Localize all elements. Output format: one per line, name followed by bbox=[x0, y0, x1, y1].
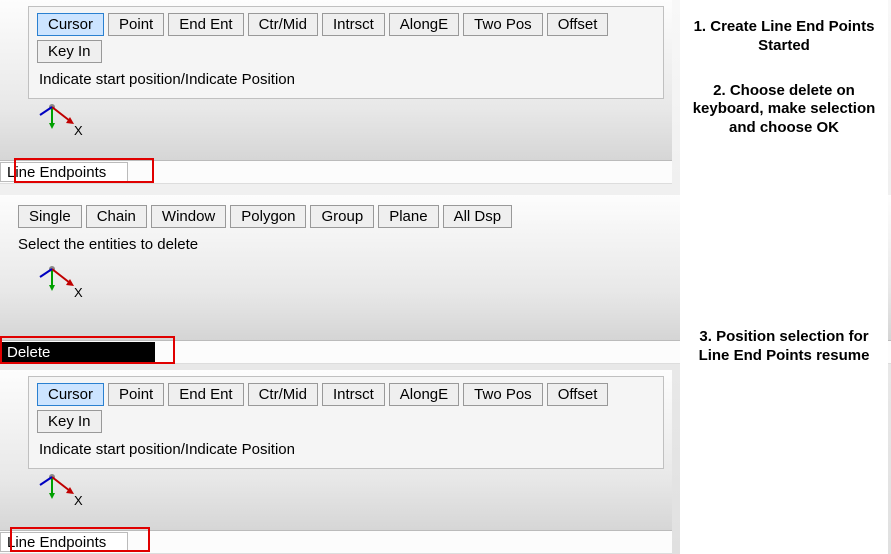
group-button[interactable]: Group bbox=[310, 205, 374, 228]
ctr-mid-button[interactable]: Ctr/Mid bbox=[248, 383, 318, 406]
position-toolbar: Cursor Point End Ent Ctr/Mid Intrsct Alo… bbox=[28, 376, 664, 469]
two-pos-button[interactable]: Two Pos bbox=[463, 13, 543, 36]
axis-triad-icon: X bbox=[36, 99, 86, 141]
prompt-text: Indicate start position/Indicate Positio… bbox=[37, 441, 655, 458]
svg-text:X: X bbox=[74, 285, 83, 300]
annotation-column: 1. Create Line End Points Started 2. Cho… bbox=[680, 0, 888, 554]
intrsct-button[interactable]: Intrsct bbox=[322, 383, 385, 406]
key-in-button[interactable]: Key In bbox=[37, 40, 102, 63]
offset-button[interactable]: Offset bbox=[547, 383, 609, 406]
axis-triad-icon: X bbox=[36, 261, 86, 303]
alonge-button[interactable]: AlongE bbox=[389, 13, 459, 36]
end-ent-button[interactable]: End Ent bbox=[168, 383, 243, 406]
alonge-button[interactable]: AlongE bbox=[389, 383, 459, 406]
axis-triad-icon: X bbox=[36, 469, 86, 511]
status-bar-3: Line Endpoints bbox=[0, 530, 672, 554]
svg-text:X: X bbox=[74, 493, 83, 508]
intrsct-button[interactable]: Intrsct bbox=[322, 13, 385, 36]
single-button[interactable]: Single bbox=[18, 205, 82, 228]
window-button[interactable]: Window bbox=[151, 205, 226, 228]
offset-button[interactable]: Offset bbox=[547, 13, 609, 36]
status-label: Line Endpoints bbox=[0, 162, 128, 182]
annotation-3: 3. Position selection for Line End Point… bbox=[688, 328, 880, 366]
all-dsp-button[interactable]: All Dsp bbox=[443, 205, 513, 228]
point-button[interactable]: Point bbox=[108, 13, 164, 36]
status-label: Line Endpoints bbox=[0, 532, 128, 552]
cursor-button[interactable]: Cursor bbox=[37, 13, 104, 36]
status-label-delete: Delete bbox=[0, 342, 155, 362]
svg-text:X: X bbox=[74, 123, 83, 138]
point-button[interactable]: Point bbox=[108, 383, 164, 406]
panel-1-line-endpoints: Cursor Point End Ent Ctr/Mid Intrsct Alo… bbox=[0, 0, 672, 180]
chain-button[interactable]: Chain bbox=[86, 205, 147, 228]
cursor-button[interactable]: Cursor bbox=[37, 383, 104, 406]
ctr-mid-button[interactable]: Ctr/Mid bbox=[248, 13, 318, 36]
position-toolbar: Cursor Point End Ent Ctr/Mid Intrsct Alo… bbox=[28, 6, 664, 99]
status-bar-1: Line Endpoints bbox=[0, 160, 672, 184]
position-button-row: Cursor Point End Ent Ctr/Mid Intrsct Alo… bbox=[37, 13, 655, 63]
panel-3-line-endpoints: Cursor Point End Ent Ctr/Mid Intrsct Alo… bbox=[0, 370, 672, 550]
polygon-button[interactable]: Polygon bbox=[230, 205, 306, 228]
key-in-button[interactable]: Key In bbox=[37, 410, 102, 433]
prompt-text: Indicate start position/Indicate Positio… bbox=[37, 71, 655, 88]
plane-button[interactable]: Plane bbox=[378, 205, 438, 228]
end-ent-button[interactable]: End Ent bbox=[168, 13, 243, 36]
position-button-row: Cursor Point End Ent Ctr/Mid Intrsct Alo… bbox=[37, 383, 655, 433]
annotation-2: 2. Choose delete on keyboard, make selec… bbox=[688, 82, 880, 138]
two-pos-button[interactable]: Two Pos bbox=[463, 383, 543, 406]
annotation-1: 1. Create Line End Points Started bbox=[688, 18, 880, 56]
